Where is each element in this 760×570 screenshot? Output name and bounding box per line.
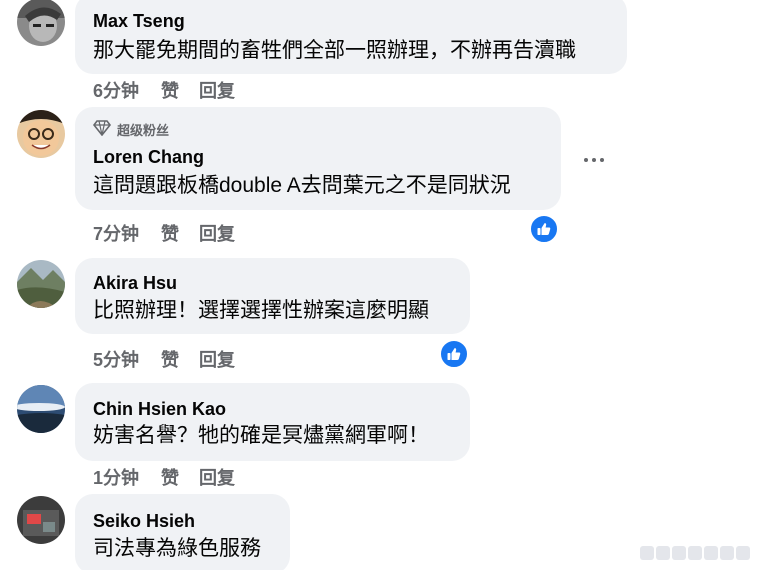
like-button[interactable]: 赞 — [161, 346, 179, 372]
commenter-name[interactable]: Seiko Hsieh — [93, 510, 272, 532]
diamond-icon — [92, 119, 117, 139]
reply-button[interactable]: 回复 — [199, 77, 235, 103]
comment-text: 司法專為綠色服務 — [93, 537, 261, 560]
comment-text: 比照辦理！選擇選擇性辦案這麼明顯 — [93, 299, 429, 322]
comment-actions: 5分钟 赞 回复 — [93, 346, 255, 372]
avatar[interactable] — [17, 385, 65, 433]
comment-text: 這問題跟板橋double A去問葉元之不是同狀況 — [93, 174, 511, 197]
commenter-name[interactable]: Chin Hsien Kao — [93, 398, 452, 420]
comment-timestamp[interactable]: 7分钟 — [93, 220, 139, 246]
comment-actions: 7分钟 赞 回复 — [93, 220, 255, 246]
reply-button[interactable]: 回复 — [199, 464, 235, 490]
comment-text: 那大罷免期間的畜牲們全部一照辦理，不辦再告瀆職 — [93, 39, 576, 62]
thumbs-up-icon[interactable] — [439, 339, 469, 369]
watermark-logo — [640, 546, 750, 560]
comment-thread: Max Tseng 那大罷免期間的畜牲們全部一照辦理，不辦再告瀆職 6分钟 赞 … — [0, 0, 760, 570]
comment-bubble: Akira Hsu 比照辦理！選擇選擇性辦案這麼明顯 — [75, 258, 470, 334]
comment-bubble: Chin Hsien Kao 妨害名譽？牠的確是冥燼黨網軍啊！ — [75, 383, 470, 461]
comment-bubble: Seiko Hsieh 司法專為綠色服務 — [75, 494, 290, 570]
commenter-name[interactable]: Akira Hsu — [93, 272, 452, 294]
comment-actions: 1分钟 赞 回复 — [93, 464, 255, 490]
badge-label: 超级粉丝 — [117, 122, 170, 138]
comment-bubble: Max Tseng 那大罷免期間的畜牲們全部一照辦理，不辦再告瀆職 — [75, 0, 627, 74]
more-options-icon[interactable] — [578, 152, 610, 168]
reply-button[interactable]: 回复 — [199, 220, 235, 246]
comment-text: 妨害名譽？牠的確是冥燼黨網軍啊！ — [93, 424, 429, 447]
comment-timestamp[interactable]: 5分钟 — [93, 346, 139, 372]
avatar[interactable] — [17, 260, 65, 308]
comment-timestamp[interactable]: 6分钟 — [93, 77, 139, 103]
commenter-name[interactable]: Max Tseng — [93, 10, 609, 32]
avatar[interactable] — [17, 496, 65, 544]
avatar[interactable] — [17, 110, 65, 158]
comment-actions: 6分钟 赞 回复 — [93, 77, 255, 103]
like-button[interactable]: 赞 — [161, 77, 179, 103]
reply-button[interactable]: 回复 — [199, 346, 235, 372]
commenter-name[interactable]: Loren Chang — [93, 146, 543, 168]
like-button[interactable]: 赞 — [161, 464, 179, 490]
comment-bubble: 超级粉丝 Loren Chang 這問題跟板橋double A去問葉元之不是同狀… — [75, 107, 561, 210]
comment-timestamp[interactable]: 1分钟 — [93, 464, 139, 490]
thumbs-up-icon[interactable] — [529, 214, 559, 244]
like-button[interactable]: 赞 — [161, 220, 179, 246]
avatar[interactable] — [17, 0, 65, 46]
top-fan-badge: 超级粉丝 — [92, 119, 543, 139]
